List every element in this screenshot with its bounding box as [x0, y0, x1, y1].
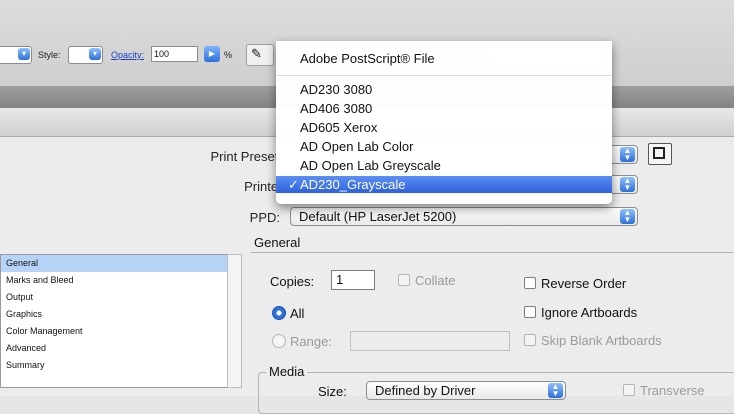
transverse-checkbox[interactable] — [623, 384, 635, 396]
stepper-icon: ▲ ▼ — [620, 177, 635, 192]
size-label: Size: — [318, 384, 347, 399]
range-radio[interactable] — [272, 334, 286, 348]
fill-dropdown[interactable]: ▾ — [0, 46, 32, 64]
section-item-graphics[interactable]: Graphics — [1, 306, 227, 323]
menu-item-ad230-grayscale[interactable]: ✓ AD230_Grayscale — [276, 176, 612, 193]
menu-item-ad-open-lab-greyscale[interactable]: AD Open Lab Greyscale — [276, 157, 612, 174]
reverse-order-label: Reverse Order — [541, 276, 627, 291]
all-radio[interactable] — [272, 306, 286, 320]
ppd-select[interactable]: Default (HP LaserJet 5200) ▲ ▼ — [290, 207, 638, 226]
skip-blank-checkbox[interactable] — [524, 334, 536, 346]
print-preset-label: Print Preset: — [210, 149, 282, 164]
section-item-advanced[interactable]: Advanced — [1, 340, 227, 357]
menu-separator — [276, 75, 612, 76]
section-item-marks-and-bleed[interactable]: Marks and Bleed — [1, 272, 227, 289]
section-item-summary[interactable]: Summary — [1, 357, 227, 374]
range-input[interactable] — [350, 331, 510, 351]
skip-blank-label: Skip Blank Artboards — [541, 333, 662, 348]
save-preset-button[interactable] — [648, 143, 672, 165]
stepper-icon: ▲ ▼ — [620, 209, 635, 224]
menu-item-ad406-3080[interactable]: AD406 3080 — [276, 100, 612, 117]
section-list-scrollbar[interactable] — [227, 254, 242, 388]
chevron-down-icon: ▾ — [89, 48, 101, 60]
style-label: Style: — [38, 50, 61, 60]
range-label: Range: — [290, 334, 332, 349]
media-legend: Media — [266, 364, 308, 379]
collate-checkbox[interactable] — [398, 274, 410, 286]
opacity-link[interactable]: Opacity: — [111, 50, 144, 60]
divider — [250, 252, 734, 253]
copies-input[interactable]: 1 — [331, 270, 375, 290]
ignore-artboards-label: Ignore Artboards — [541, 305, 638, 320]
brush-tool-button[interactable]: ✎ — [246, 44, 274, 66]
menu-item-label: AD230_Grayscale — [300, 177, 406, 192]
checkmark-icon: ✓ — [288, 177, 299, 192]
collate-label: Collate — [415, 273, 456, 288]
ppd-value: Default (HP LaserJet 5200) — [299, 209, 457, 224]
stepper-icon: ▲ ▼ — [620, 147, 635, 162]
general-heading: General — [254, 235, 301, 250]
style-dropdown[interactable]: ▾ — [68, 46, 103, 64]
menu-item-ad230-3080[interactable]: AD230 3080 — [276, 81, 612, 98]
all-label: All — [290, 306, 305, 321]
reverse-order-checkbox[interactable] — [524, 277, 536, 289]
brush-icon: ✎ — [251, 46, 262, 61]
menu-item-adobe-postscript-file[interactable]: Adobe PostScript® File — [276, 50, 612, 67]
section-item-color-management[interactable]: Color Management — [1, 323, 227, 340]
percent-label: % — [224, 50, 233, 60]
printer-label: Printer: — [244, 179, 286, 194]
menu-item-ad605-xerox[interactable]: AD605 Xerox — [276, 119, 612, 136]
opacity-arrow-button[interactable]: ▶ — [204, 46, 220, 62]
section-item-general[interactable]: General — [1, 255, 227, 272]
printer-menu: Adobe PostScript® File AD230 3080 AD406 … — [276, 41, 612, 204]
chevron-down-icon: ▾ — [18, 48, 30, 60]
size-select[interactable]: Defined by Driver ▲ ▼ — [366, 381, 566, 400]
section-list: General Marks and Bleed Output Graphics … — [0, 254, 228, 388]
section-item-output[interactable]: Output — [1, 289, 227, 306]
opacity-input[interactable]: 100 — [151, 46, 198, 62]
disk-icon — [653, 147, 665, 159]
ppd-label: PPD: — [249, 210, 280, 225]
menu-item-ad-open-lab-color[interactable]: AD Open Lab Color — [276, 138, 612, 155]
ignore-artboards-checkbox[interactable] — [524, 306, 536, 318]
copies-label: Copies: — [270, 274, 315, 289]
